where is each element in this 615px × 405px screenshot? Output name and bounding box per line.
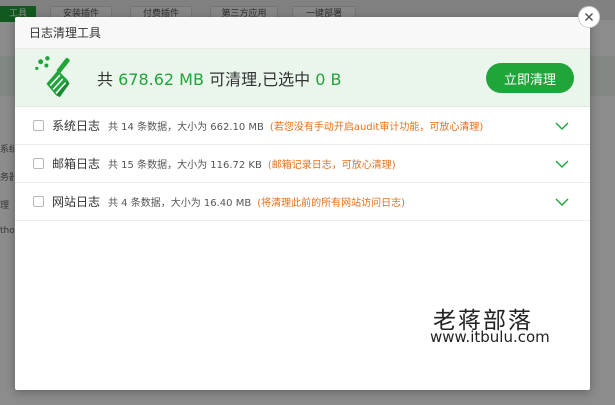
watermark-url: www.itbulu.com bbox=[430, 328, 550, 346]
summary-prefix: 共 bbox=[97, 69, 114, 89]
log-list: 系统日志 共 14 条数据，大小为 662.10 MB (若您没有手动开启aud… bbox=[15, 107, 590, 221]
summary-text: 共 678.62 MB 可清理,已选中 0 B bbox=[97, 66, 342, 90]
log-item-mail[interactable]: 邮箱日志 共 15 条数据，大小为 116.72 KB (邮箱记录日志，可放心清… bbox=[15, 145, 590, 183]
log-cleaner-dialog: 日志清理工具 共 678.62 MB 可清理,已选中 0 B 立即清理 系统日志… bbox=[15, 17, 590, 390]
summary-middle: 可清理,已选中 bbox=[209, 69, 311, 89]
log-name: 邮箱日志 bbox=[52, 157, 101, 171]
dialog-header: 日志清理工具 bbox=[15, 17, 590, 49]
chevron-down-icon[interactable] bbox=[554, 158, 570, 170]
clean-now-button[interactable]: 立即清理 bbox=[486, 63, 574, 93]
log-name: 系统日志 bbox=[52, 119, 101, 133]
log-checkbox[interactable] bbox=[33, 120, 44, 131]
log-item-website[interactable]: 网站日志 共 4 条数据，大小为 16.40 MB (将清理此前的所有网站访问日… bbox=[15, 183, 590, 221]
total-size: 678.62 MB bbox=[118, 69, 204, 89]
log-note: (邮箱记录日志，可放心清理) bbox=[267, 160, 396, 171]
log-item-system[interactable]: 系统日志 共 14 条数据，大小为 662.10 MB (若您没有手动开启aud… bbox=[15, 107, 590, 145]
close-icon bbox=[584, 12, 594, 22]
chevron-down-icon[interactable] bbox=[554, 120, 570, 132]
log-checkbox[interactable] bbox=[33, 196, 44, 207]
log-info: 共 4 条数据，大小为 16.40 MB bbox=[108, 198, 252, 209]
log-info: 共 14 条数据，大小为 662.10 MB bbox=[108, 122, 264, 133]
log-name: 网站日志 bbox=[52, 195, 101, 209]
broom-icon bbox=[35, 55, 70, 97]
dialog-title: 日志清理工具 bbox=[29, 26, 102, 40]
summary-bar: 共 678.62 MB 可清理,已选中 0 B 立即清理 bbox=[15, 49, 590, 107]
log-checkbox[interactable] bbox=[33, 158, 44, 169]
selected-size: 0 B bbox=[315, 69, 342, 89]
log-note: (若您没有手动开启audit审计功能，可放心清理) bbox=[269, 122, 484, 133]
log-note: (将清理此前的所有网站访问日志) bbox=[257, 198, 406, 209]
close-button[interactable] bbox=[578, 6, 600, 28]
chevron-down-icon[interactable] bbox=[554, 196, 570, 208]
log-info: 共 15 条数据，大小为 116.72 KB bbox=[108, 160, 262, 171]
